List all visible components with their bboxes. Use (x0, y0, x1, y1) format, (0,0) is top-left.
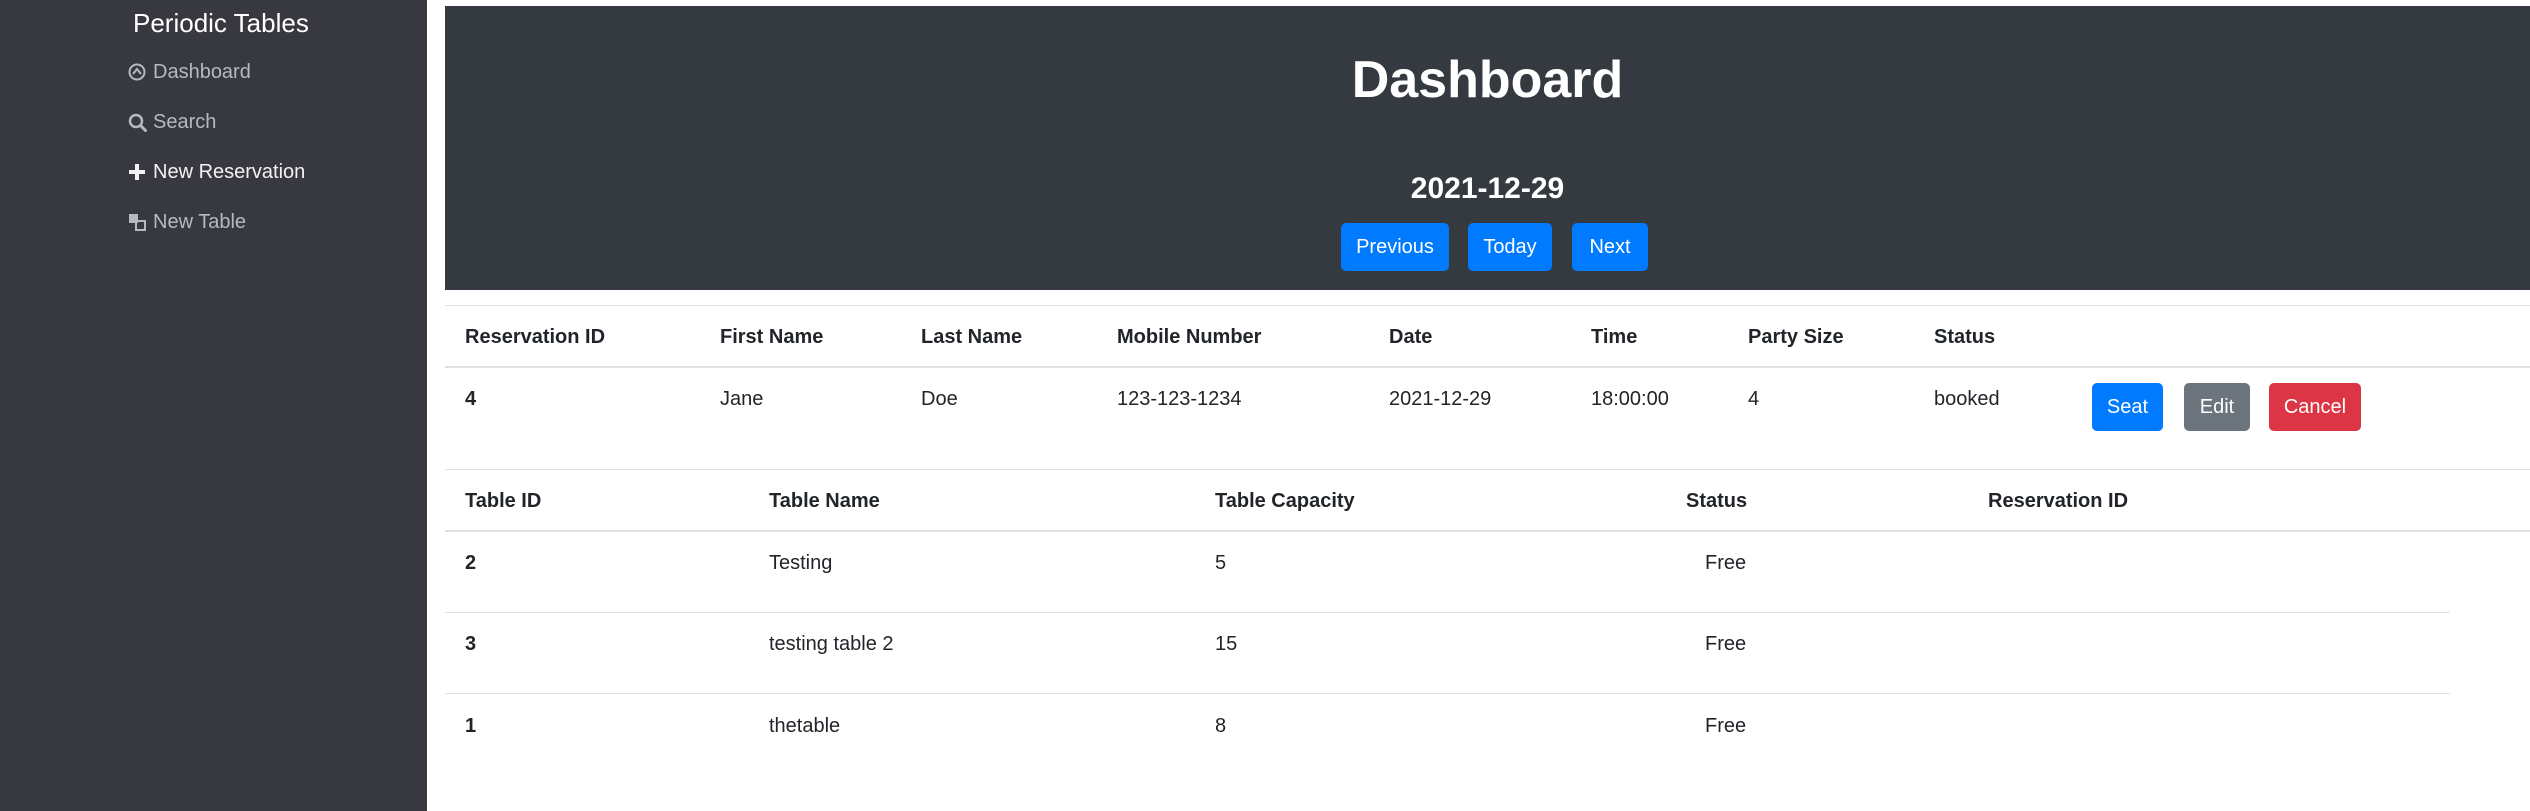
table-name: Testing (769, 552, 833, 574)
table-capacity: 15 (1215, 633, 1238, 655)
cancel-button[interactable]: Cancel (2269, 383, 2361, 431)
table-name: testing table 2 (769, 633, 894, 655)
last-name: Doe (921, 388, 958, 410)
reservation-status: booked (1934, 388, 2000, 410)
page-title: Dashboard (1351, 51, 1624, 109)
today-button[interactable]: Today (1468, 223, 1552, 271)
column-header: Mobile Number (1117, 326, 1262, 348)
brand-title[interactable]: Periodic Tables (133, 8, 309, 39)
table-capacity: 5 (1215, 552, 1227, 574)
table-status: Free (1705, 552, 1747, 574)
search-icon (127, 112, 147, 132)
sidebar-item-search[interactable]: Search (127, 107, 216, 137)
sidebar-item-label: Search (153, 110, 217, 133)
table-id: 2 (465, 552, 477, 574)
dashboard-header: Dashboard 2021-12-29 Previous Today Next (445, 6, 2530, 290)
sidebar-item-label: New Reservation (153, 160, 306, 183)
sidebar-item-dashboard[interactable]: Dashboard (127, 57, 251, 87)
column-header: Table Name (769, 490, 880, 512)
seat-button[interactable]: Seat (2092, 383, 2163, 431)
column-header: Status (1934, 326, 1996, 348)
column-header: Reservation ID (465, 326, 606, 348)
column-header: Time (1591, 326, 1638, 348)
column-header: Table Capacity (1215, 490, 1355, 512)
reservation-date: 2021-12-29 (1389, 388, 1492, 410)
edit-button[interactable]: Edit (2184, 383, 2250, 431)
previous-button[interactable]: Previous (1341, 223, 1449, 271)
sidebar-item-label: Dashboard (153, 60, 251, 83)
next-button[interactable]: Next (1572, 223, 1648, 271)
table-icon (127, 212, 147, 232)
column-header: Status (1686, 490, 1748, 512)
sidebar: Periodic Tables Dashboard Search New Res… (0, 0, 427, 811)
sidebar-item-new-table[interactable]: New Table (127, 207, 246, 237)
column-header: Last Name (921, 326, 1023, 348)
table-capacity: 8 (1215, 715, 1227, 737)
current-date: 2021-12-29 (1410, 172, 1565, 205)
reservation-id: 4 (465, 388, 477, 410)
table-header-divider (445, 366, 2530, 368)
table-border (445, 305, 2530, 306)
table-id: 1 (465, 715, 477, 737)
column-header: First Name (720, 326, 824, 348)
table-border (445, 469, 2530, 470)
table-status: Free (1705, 715, 1747, 737)
reservation-time: 18:00:00 (1591, 388, 1669, 410)
plus-icon (127, 162, 147, 182)
column-header: Date (1389, 326, 1433, 348)
row-divider (445, 612, 2450, 613)
first-name: Jane (720, 388, 764, 410)
table-header-divider (445, 530, 2530, 532)
column-header: Party Size (1748, 326, 1844, 348)
table-name: thetable (769, 715, 841, 737)
row-divider (445, 693, 2450, 694)
sidebar-item-label: New Table (153, 210, 247, 233)
column-header: Reservation ID (1988, 490, 2129, 512)
sidebar-item-new-reservation[interactable]: New Reservation (127, 157, 305, 187)
dashboard-icon (127, 62, 147, 82)
mobile-number: 123-123-1234 (1117, 388, 1242, 410)
table-status: Free (1705, 633, 1747, 655)
column-header: Table ID (465, 490, 542, 512)
party-size: 4 (1748, 388, 1760, 410)
table-id: 3 (465, 633, 477, 655)
